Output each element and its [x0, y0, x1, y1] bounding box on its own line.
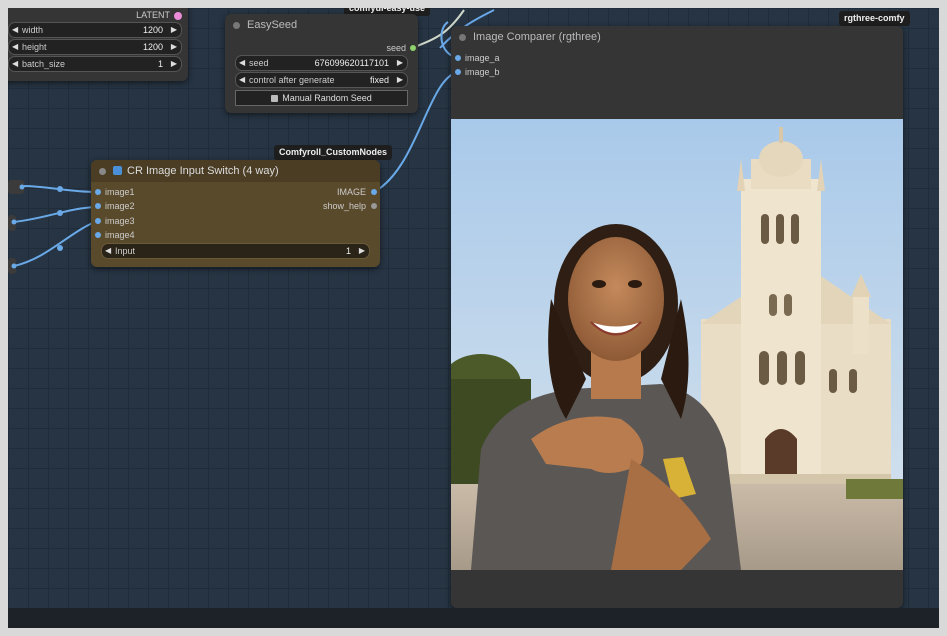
bottom-toolbar-strip: [8, 608, 939, 628]
show-help-output-label: show_help: [322, 201, 366, 211]
decrement-icon[interactable]: ◀: [12, 40, 18, 54]
show-help-output-slot[interactable]: [371, 203, 377, 209]
decrement-icon[interactable]: ◀: [105, 244, 111, 258]
increment-icon[interactable]: ▶: [171, 23, 177, 37]
cr-image-input-switch-node[interactable]: CR Image Input Switch (4 way) image1 ima…: [91, 160, 380, 267]
wire-reroute-dot: [57, 186, 63, 192]
node-graph-canvas[interactable]: LATENT ◀ width 1200 ▶ ◀ height 1200 ▶ ◀ …: [8, 8, 939, 628]
empty-latent-node[interactable]: LATENT ◀ width 1200 ▶ ◀ height 1200 ▶ ◀ …: [8, 8, 188, 81]
image3-input-slot[interactable]: [95, 218, 101, 224]
dice-icon: [271, 95, 279, 103]
partial-node-edge: [8, 258, 16, 274]
latent-output-slot[interactable]: [174, 12, 182, 20]
rgthree-badge: rgthree-comfy: [839, 11, 910, 26]
portrait-image: [451, 119, 903, 570]
easyseed-title-bar[interactable]: EasySeed: [225, 14, 418, 36]
screenshot-frame: LATENT ◀ width 1200 ▶ ◀ height 1200 ▶ ◀ …: [0, 0, 947, 636]
image-output-slot[interactable]: [371, 189, 377, 195]
decrement-icon[interactable]: ◀: [239, 73, 245, 87]
comparer-title-bar[interactable]: Image Comparer (rgthree): [451, 26, 903, 48]
image-output-label: IMAGE: [336, 187, 366, 197]
wire-reroute-dot: [57, 245, 63, 251]
easyseed-node[interactable]: EasySeed seed ◀ seed 676099620117101 ▶ ◀…: [225, 14, 418, 113]
batch-size-widget[interactable]: ◀ batch_size 1 ▶: [8, 56, 182, 72]
increment-icon[interactable]: ▶: [171, 40, 177, 54]
input-select-widget[interactable]: ◀ Input 1 ▶: [101, 243, 370, 259]
increment-icon[interactable]: ▶: [359, 244, 365, 258]
wire-image3: [13, 220, 98, 267]
seed-output-label: seed: [386, 43, 406, 53]
switch-icon: [113, 166, 122, 175]
comparer-title: Image Comparer (rgthree): [473, 31, 601, 43]
increment-icon[interactable]: ▶: [171, 57, 177, 71]
seed-output-slot[interactable]: [410, 45, 416, 51]
switch-title-bar[interactable]: CR Image Input Switch (4 way): [91, 160, 380, 182]
control-after-generate-widget[interactable]: ◀ control after generate fixed ▶: [235, 72, 408, 88]
image4-input-slot[interactable]: [95, 232, 101, 238]
width-widget[interactable]: ◀ width 1200 ▶: [8, 22, 182, 38]
wire-image1: [21, 185, 98, 193]
manual-random-seed-button[interactable]: Manual Random Seed: [235, 90, 408, 106]
height-widget[interactable]: ◀ height 1200 ▶: [8, 39, 182, 55]
image-a-input-slot[interactable]: [455, 55, 461, 61]
decrement-icon[interactable]: ◀: [12, 23, 18, 37]
wire-image2: [13, 206, 98, 223]
seed-widget[interactable]: ◀ seed 676099620117101 ▶: [235, 55, 408, 71]
collapse-dot-icon[interactable]: [99, 168, 106, 175]
image1-input-slot[interactable]: [95, 189, 101, 195]
easyseed-title: EasySeed: [247, 19, 298, 31]
partial-node-edge: [8, 215, 16, 231]
increment-icon[interactable]: ▶: [397, 73, 403, 87]
increment-icon[interactable]: ▶: [397, 56, 403, 70]
image2-input-label: image2: [105, 201, 135, 211]
image1-input-label: image1: [105, 187, 135, 197]
switch-title: CR Image Input Switch (4 way): [127, 165, 279, 177]
image2-input-slot[interactable]: [95, 203, 101, 209]
collapse-dot-icon[interactable]: [459, 34, 466, 41]
partial-node-edge: [8, 180, 24, 194]
image-b-input-label: image_b: [465, 67, 500, 77]
image3-input-label: image3: [105, 216, 135, 226]
decrement-icon[interactable]: ◀: [239, 56, 245, 70]
decrement-icon[interactable]: ◀: [12, 57, 18, 71]
image4-input-label: image4: [105, 230, 135, 240]
wire-reroute-dot: [57, 210, 63, 216]
image-b-input-slot[interactable]: [455, 69, 461, 75]
comfyroll-badge: Comfyroll_CustomNodes: [274, 145, 393, 160]
latent-output-label: LATENT: [136, 10, 170, 20]
comparer-image-preview[interactable]: [451, 119, 903, 570]
collapse-dot-icon[interactable]: [233, 22, 240, 29]
image-a-input-label: image_a: [465, 53, 500, 63]
